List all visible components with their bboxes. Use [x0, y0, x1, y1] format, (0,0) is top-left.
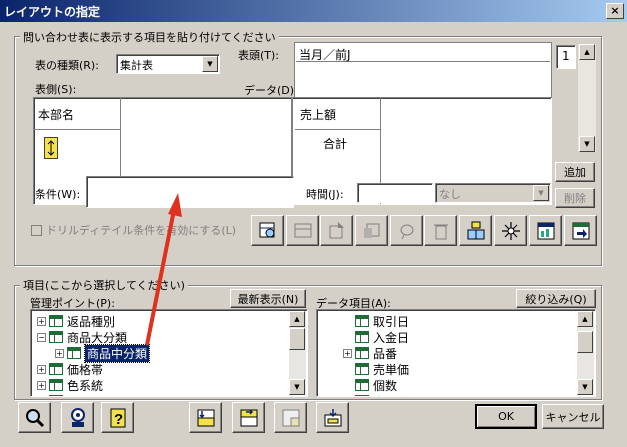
- arrow-shaft: [145, 209, 176, 346]
- annotation-arrow: [145, 193, 182, 346]
- arrow-head: [168, 193, 182, 217]
